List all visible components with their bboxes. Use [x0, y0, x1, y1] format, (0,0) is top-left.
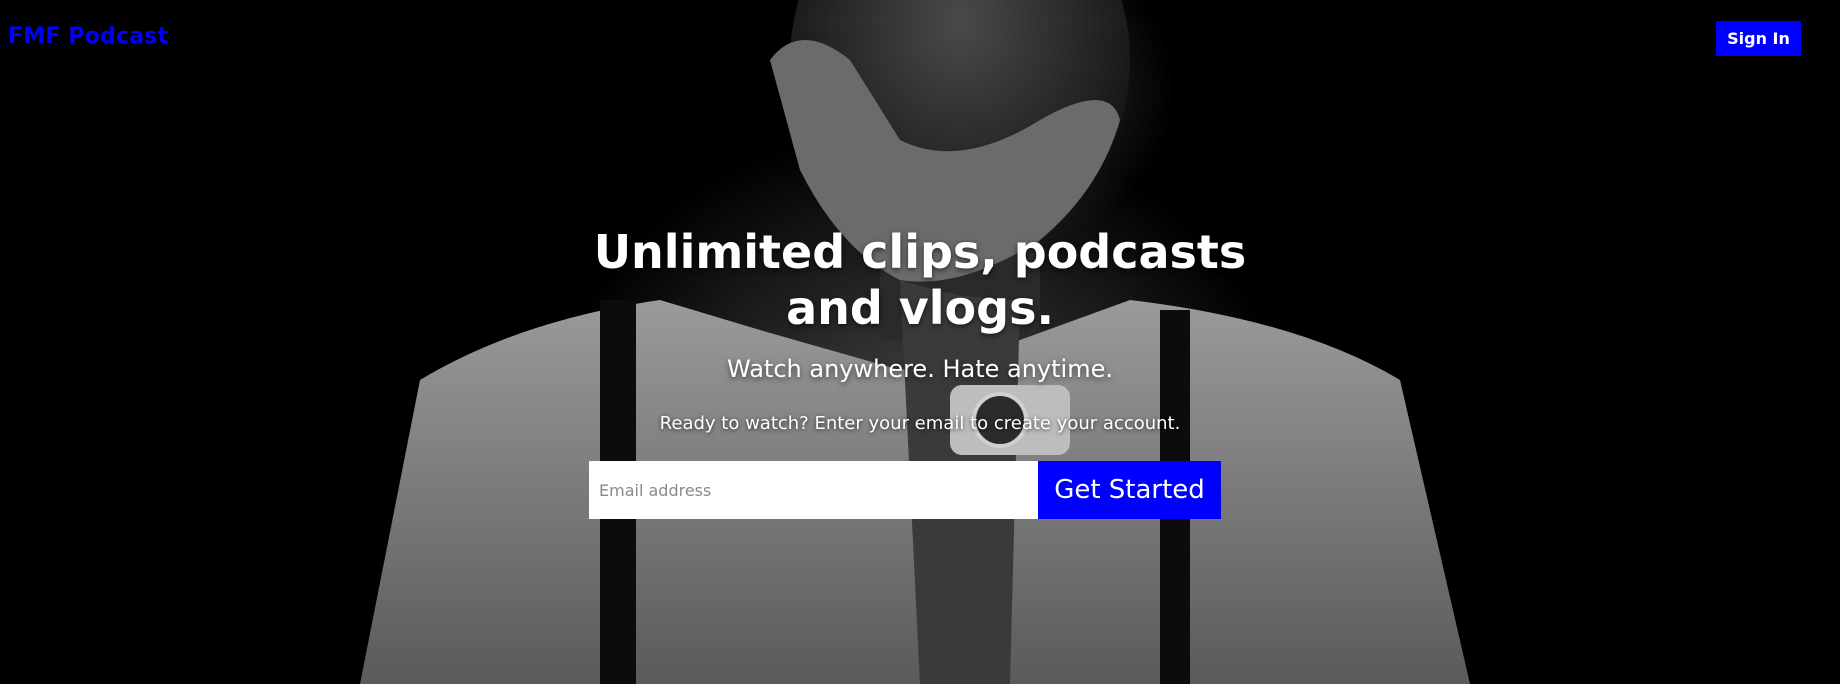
get-started-button[interactable]: Get Started	[1038, 461, 1221, 519]
email-input[interactable]	[589, 461, 1038, 519]
sign-in-button[interactable]: Sign In	[1716, 21, 1801, 56]
brand-logo[interactable]: FMF Podcast	[8, 24, 168, 49]
signup-form: Get Started	[589, 461, 1221, 519]
hero-subheadline: Watch anywhere. Hate anytime.	[727, 355, 1113, 383]
email-prompt: Ready to watch? Enter your email to crea…	[659, 413, 1181, 434]
hero-section: FMF Podcast Sign In Unlimited clips, pod…	[0, 0, 1840, 684]
hero-headline-line2: and vlogs.	[786, 281, 1054, 335]
hero-content: Unlimited clips, podcasts and vlogs. Wat…	[540, 224, 1300, 436]
hero-headline: Unlimited clips, podcasts and vlogs.	[540, 224, 1300, 336]
hero-headline-line1: Unlimited clips, podcasts	[593, 225, 1247, 279]
